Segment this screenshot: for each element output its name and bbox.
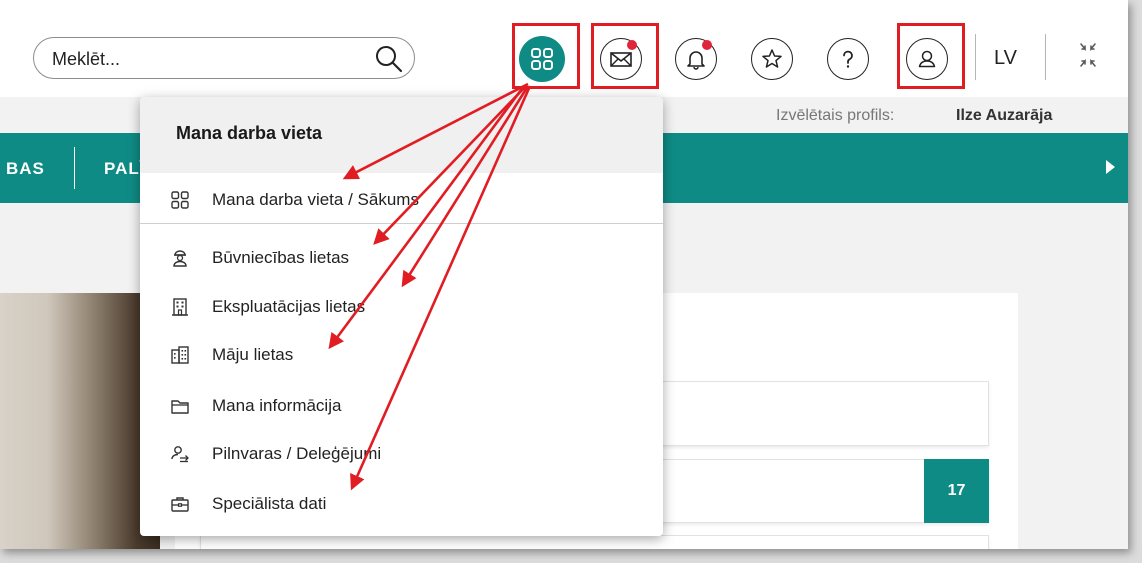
houses-icon [171,346,189,364]
briefcase-icon [171,497,189,512]
folder-icon [171,400,189,414]
header-separator [975,34,976,80]
menu-item-specialist-data[interactable]: Speciālista dati [140,483,663,523]
workspace-menu: Mana darba vieta Mana darba vieta / Sāku… [140,97,663,536]
menu-item-label: Māju lietas [212,345,294,364]
content-card[interactable] [200,535,989,549]
menu-item-label: Ekspluatācijas lietas [212,297,366,316]
hero-image [0,293,160,549]
search-input[interactable] [52,47,352,71]
language-selector[interactable]: LV [994,47,1017,70]
apps-button[interactable] [519,36,565,82]
header: LV [0,0,1128,97]
search-box[interactable] [33,37,415,79]
menu-item-home[interactable]: Mana darba vieta / Sākums [140,179,663,219]
user-button[interactable] [906,38,948,80]
app-window: LV Izvēlētais profils: Ilze Auzarāja BAS… [0,0,1128,549]
search-icon[interactable] [374,44,404,74]
profile-name[interactable]: Ilze Auzarāja [956,107,1052,125]
favorites-button[interactable] [751,38,793,80]
menu-item-label: Mana informācija [212,396,342,415]
help-button[interactable] [827,38,869,80]
nav-item-bas[interactable]: BAS [6,159,45,179]
menu-item-label: Speciālista dati [212,494,327,513]
delegation-icon [171,446,189,463]
count-badge: 17 [924,459,989,523]
collapse-icon[interactable] [1072,40,1104,70]
menu-item-operation-cases[interactable]: Ekspluatācijas lietas [140,286,663,326]
menu-item-label: Pilnvaras / Deleģējumi [212,444,382,463]
help-icon [843,50,853,68]
menu-divider [140,223,663,224]
header-separator [1045,34,1046,80]
nav-next-arrow-icon[interactable] [1106,160,1115,174]
menu-title: Mana darba vieta [176,123,323,143]
menu-header: Mana darba vieta [140,97,663,173]
menu-item-powers-of-attorney[interactable]: Pilnvaras / Deleģējumi [140,433,663,473]
user-icon [918,50,936,68]
nav-separator [74,147,75,189]
star-icon [762,49,782,68]
menu-item-my-information[interactable]: Mana informācija [140,385,663,425]
building-icon [172,298,188,316]
bell-notification-dot [702,40,712,50]
builder-icon [173,250,187,267]
menu-item-label: Mana darba vieta / Sākums [212,190,419,209]
apps-icon [531,48,553,70]
menu-item-label: Būvniecības lietas [212,248,350,267]
profile-label: Izvēlētais profils: [776,107,895,124]
menu-item-house-cases[interactable]: Māju lietas [140,334,663,374]
grid-icon [171,191,189,209]
menu-item-construction-cases[interactable]: Būvniecības lietas [140,237,663,277]
mail-notification-dot [627,40,637,50]
